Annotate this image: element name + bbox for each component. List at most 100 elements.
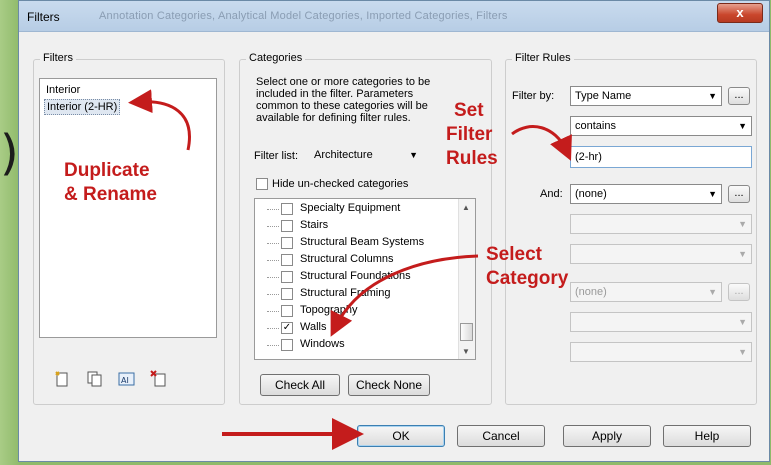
category-checkbox[interactable] (281, 220, 293, 232)
tree-row[interactable]: Topography (255, 303, 459, 320)
tree-row[interactable]: Windows (255, 337, 459, 354)
filter-item-interior-2hr[interactable]: Interior (2-HR) (44, 99, 121, 115)
and2-value-select[interactable]: ▼ (570, 342, 752, 362)
category-label: Structural Framing (300, 287, 391, 299)
hide-unchecked-label: Hide un-checked categories (272, 178, 409, 190)
operator-value: contains (575, 120, 616, 132)
title-bar-ghost-text: Annotation Categories, Analytical Model … (99, 10, 508, 22)
scroll-thumb[interactable] (460, 323, 473, 341)
filter-rules-group-label: Filter Rules (512, 52, 574, 64)
filter-by-value: Type Name (575, 90, 632, 102)
categories-tree[interactable]: Specialty Equipment Stairs Structural Be… (254, 198, 476, 360)
chevron-down-icon: ▼ (409, 150, 418, 160)
and-more-button[interactable]: ... (728, 185, 750, 203)
hide-unchecked-checkbox[interactable] (256, 178, 268, 190)
tree-row[interactable]: Structural Framing (255, 286, 459, 303)
filter-list-select[interactable]: Architecture ▼ (310, 146, 422, 166)
category-label: Structural Foundations (300, 270, 411, 282)
tree-row[interactable]: Specialty Equipment (255, 201, 459, 218)
category-checkbox[interactable] (281, 305, 293, 317)
chevron-down-icon: ▼ (708, 91, 717, 101)
category-label: Windows (300, 338, 345, 350)
and-value: (none) (575, 188, 607, 200)
category-label: Structural Beam Systems (300, 236, 425, 248)
category-checkbox[interactable] (281, 339, 293, 351)
categories-instructions-4: available for defining filter rules. (256, 112, 411, 124)
tree-row[interactable]: Structural Columns (255, 252, 459, 269)
help-button[interactable]: Help (663, 425, 751, 447)
filters-list[interactable]: Interior Interior (2-HR) (39, 78, 217, 338)
duplicate-filter-icon[interactable] (86, 370, 104, 388)
apply-button[interactable]: Apply (563, 425, 651, 447)
chevron-down-icon: ▼ (738, 347, 747, 357)
delete-filter-icon[interactable] (150, 370, 168, 388)
category-checkbox[interactable] (281, 237, 293, 249)
category-checkbox-checked[interactable]: ✓ (281, 322, 293, 334)
chevron-down-icon: ▼ (738, 219, 747, 229)
tree-row[interactable]: Structural Beam Systems (255, 235, 459, 252)
tree-connector (267, 311, 279, 312)
tree-row[interactable]: Stairs (255, 218, 459, 235)
rename-filter-icon[interactable]: AI (118, 370, 136, 388)
categories-instructions-3: common to these categories will be (256, 100, 428, 112)
operator-select[interactable]: contains ▼ (570, 116, 752, 136)
filter-rules-group: Filter Rules Filter by: Type Name ▼ ... … (505, 52, 757, 405)
new-filter-icon[interactable] (54, 370, 72, 388)
annotation-set-line2: Filter (446, 124, 493, 145)
category-checkbox[interactable] (281, 254, 293, 266)
check-none-button[interactable]: Check None (348, 374, 430, 396)
tree-connector (267, 226, 279, 227)
filter-list-label: Filter list: (254, 150, 298, 162)
and-operator-select[interactable]: ▼ (570, 214, 752, 234)
annotation-select-line2: Category (486, 268, 569, 289)
and2-value: (none) (575, 286, 607, 298)
filters-group-label: Filters (40, 52, 76, 64)
category-checkbox[interactable] (281, 288, 293, 300)
chevron-down-icon: ▼ (738, 249, 747, 259)
desktop-background (0, 0, 20, 465)
cancel-button[interactable]: Cancel (457, 425, 545, 447)
close-button[interactable]: x (717, 3, 763, 23)
scroll-up-icon[interactable]: ▲ (462, 203, 470, 212)
tree-connector (267, 260, 279, 261)
and2-operator-select[interactable]: ▼ (570, 312, 752, 332)
scroll-down-icon[interactable]: ▼ (462, 347, 470, 356)
chevron-down-icon: ▼ (738, 121, 747, 131)
filter-by-more-button[interactable]: ... (728, 87, 750, 105)
categories-instructions-1: Select one or more categories to be (256, 76, 431, 88)
chevron-down-icon: ▼ (708, 287, 717, 297)
and2-select[interactable]: (none) ▼ (570, 282, 722, 302)
tree-connector (267, 243, 279, 244)
annotation-set-line3: Rules (446, 148, 498, 169)
category-label: Structural Columns (300, 253, 394, 265)
rule-value-input[interactable]: (2-hr) (570, 146, 752, 168)
tree-scrollbar[interactable]: ▲ ▼ (458, 199, 475, 359)
tree-connector (267, 345, 279, 346)
background-glyph: ) (0, 125, 19, 181)
svg-text:AI: AI (121, 376, 129, 385)
category-label: Topography (300, 304, 358, 316)
category-checkbox[interactable] (281, 271, 293, 283)
category-checkbox[interactable] (281, 203, 293, 215)
and2-more-button[interactable]: ... (728, 283, 750, 301)
ok-button[interactable]: OK (357, 425, 445, 447)
categories-instructions-2: included in the filter. Parameters (256, 88, 414, 100)
tree-connector (267, 209, 279, 210)
close-icon: x (736, 5, 744, 20)
category-label: Stairs (300, 219, 329, 231)
and-value-select[interactable]: ▼ (570, 244, 752, 264)
tree-row[interactable]: Structural Foundations (255, 269, 459, 286)
tree-connector (267, 277, 279, 278)
annotation-select-line1: Select (486, 244, 542, 265)
tree-row[interactable]: ✓ Walls (255, 320, 459, 337)
annotation-duplicate-line2: & Rename (64, 184, 157, 205)
filter-item-interior[interactable]: Interior (44, 83, 82, 97)
dialog-title: Filters (27, 10, 60, 24)
filter-by-select[interactable]: Type Name ▼ (570, 86, 722, 106)
and-select[interactable]: (none) ▼ (570, 184, 722, 204)
filters-dialog: Filters Annotation Categories, Analytica… (18, 0, 770, 462)
check-all-button[interactable]: Check All (260, 374, 340, 396)
chevron-down-icon: ▼ (708, 189, 717, 199)
tree-connector (267, 328, 279, 329)
and-label: And: (540, 188, 563, 200)
